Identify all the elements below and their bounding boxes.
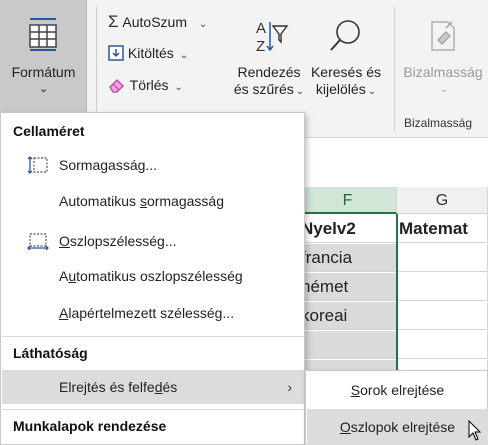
menu-item-autofit-row-height[interactable]: Automatikus sormagasság <box>2 184 304 218</box>
cell-f[interactable]: francia <box>299 244 397 272</box>
format-dropdown-menu: Cellaméret Sormagasság... Automatikus so… <box>0 112 305 445</box>
menu-separator <box>2 409 304 410</box>
svg-text:Z: Z <box>256 38 265 55</box>
access-key: d <box>154 379 163 395</box>
sort-filter-icon: A Z <box>256 20 289 55</box>
cell-f[interactable]: német <box>299 273 397 301</box>
cell-g[interactable] <box>397 244 488 272</box>
access-key: O <box>59 233 70 249</box>
autosum-label: AutoSzum <box>122 14 187 30</box>
sort-filter-label-2-text: és szűrés <box>233 81 294 97</box>
section-heading-visibility: Láthatóság <box>13 345 88 361</box>
sensitivity-icon <box>431 21 455 51</box>
menu-item-label: Automatikus sormagasság <box>59 184 224 218</box>
menu-item-default-width[interactable]: Alapértelmezett szélesség... <box>2 296 304 330</box>
chevron-down-icon: ⌄ <box>198 19 208 30</box>
fill-down-icon <box>108 45 124 61</box>
row-height-icon <box>27 156 48 174</box>
magnifier-icon <box>330 20 360 51</box>
sort-filter-button[interactable]: A Z Rendezés és szűrés ⌄ <box>230 16 308 100</box>
column-width-icon <box>27 233 49 250</box>
eraser-icon <box>109 79 124 93</box>
label-part: ormagasság <box>146 193 224 209</box>
ribbon-divider <box>394 6 395 132</box>
label-part: Elrejtés és felfe <box>59 379 155 395</box>
chevron-down-icon: ⌄ <box>179 50 189 61</box>
column-header-g[interactable]: G <box>397 187 488 214</box>
label-part: szlopszélesség... <box>69 233 177 249</box>
access-key: s <box>139 193 147 209</box>
access-key: O <box>339 419 351 435</box>
chevron-down-icon: ⌄ <box>439 84 449 95</box>
chevron-down-icon: ⌄ <box>38 83 49 95</box>
access-key: u <box>68 268 77 284</box>
autosum-button[interactable]: Σ AutoSzum ⌄ <box>108 12 207 32</box>
cell-g[interactable] <box>397 273 488 301</box>
find-select-label-1: Keresés és <box>310 64 382 80</box>
chevron-down-icon: ⌄ <box>367 86 377 97</box>
menu-item-label: Oszlopszélesség... <box>59 224 177 258</box>
find-select-button[interactable]: Keresés és kijelölés ⌄ <box>309 16 383 100</box>
sigma-icon: Σ <box>108 12 119 31</box>
cell-g-header[interactable]: Matemat <box>397 215 488 243</box>
cell-g[interactable] <box>397 331 488 359</box>
menu-item-row-height[interactable]: Sormagasság... <box>2 148 304 182</box>
format-table-icon <box>29 18 57 51</box>
menu-separator <box>2 336 304 337</box>
label-part: lapértelmezett szélesség... <box>68 305 235 321</box>
label-part: Sorma <box>59 157 101 173</box>
label-part: tomatikus oszlopszélesség <box>76 268 243 284</box>
find-select-label-2: kijelölés ⌄ <box>316 81 376 100</box>
label-part: orok elrejtése <box>360 382 445 398</box>
sensitivity-button[interactable]: Bizalmasság ⌄ <box>398 16 488 98</box>
menu-item-column-width[interactable]: Oszlopszélesség... <box>2 224 304 258</box>
chevron-down-icon: ⌄ <box>174 82 183 93</box>
submenu-item-hide-rows[interactable]: Sorok elrejtése <box>307 372 488 408</box>
sensitivity-group-label: Bizalmasság <box>404 116 473 130</box>
access-key: g <box>100 157 109 173</box>
svg-text:A: A <box>256 20 266 37</box>
label-part: szlopok elrejtése <box>350 419 456 435</box>
column-header-f[interactable]: F <box>299 187 397 214</box>
label-part: Automatikus <box>59 193 140 209</box>
label-part: és <box>162 379 178 395</box>
section-heading-arrange-sheets: Munkalapok rendezése <box>13 418 167 434</box>
cell-f-header[interactable]: Nyelv2 <box>299 215 397 243</box>
menu-item-label: Automatikus oszlopszélesség <box>59 259 243 293</box>
cell-f[interactable] <box>299 331 397 359</box>
label-part: A <box>59 268 69 284</box>
menu-item-label: Sormagasság... <box>59 148 157 182</box>
menu-item-label: Alapértelmezett szélesség... <box>59 296 234 330</box>
hide-unhide-submenu: Sorok elrejtése Oszlopok elrejtése <box>305 370 488 445</box>
fill-button[interactable]: Kitöltés ⌄ <box>108 45 188 61</box>
fill-label: Kitöltés <box>127 45 174 61</box>
format-button-label: Formátum <box>11 64 76 80</box>
access-key: A <box>59 305 69 321</box>
mouse-pointer-icon <box>468 420 482 441</box>
clear-label: Törlés <box>129 77 169 93</box>
cell-g[interactable] <box>397 302 488 330</box>
label-part: asság... <box>108 157 158 173</box>
section-heading-cell-size: Cellaméret <box>13 123 85 139</box>
submenu-item-hide-columns[interactable]: Oszlopok elrejtése <box>307 409 488 445</box>
menu-item-hide-unhide[interactable]: Elrejtés és felfedés › <box>2 370 304 404</box>
chevron-right-icon: › <box>287 379 292 395</box>
format-button[interactable]: Formátum ⌄ <box>0 0 87 112</box>
chevron-down-icon: ⌄ <box>295 86 305 97</box>
clear-button[interactable]: Törlés ⌄ <box>108 77 183 93</box>
menu-item-autofit-column-width[interactable]: Automatikus oszlopszélesség <box>2 259 304 293</box>
sort-filter-label-2: és szűrés ⌄ <box>234 81 304 100</box>
find-select-label-2-text: kijelölés <box>315 81 366 97</box>
sensitivity-label: Bizalmasság <box>403 64 483 80</box>
access-key: S <box>350 382 361 398</box>
menu-item-label: Elrejtés és felfedés <box>59 370 177 404</box>
cell-f[interactable]: koreai <box>299 302 397 330</box>
sort-filter-label-1: Rendezés <box>237 64 301 80</box>
